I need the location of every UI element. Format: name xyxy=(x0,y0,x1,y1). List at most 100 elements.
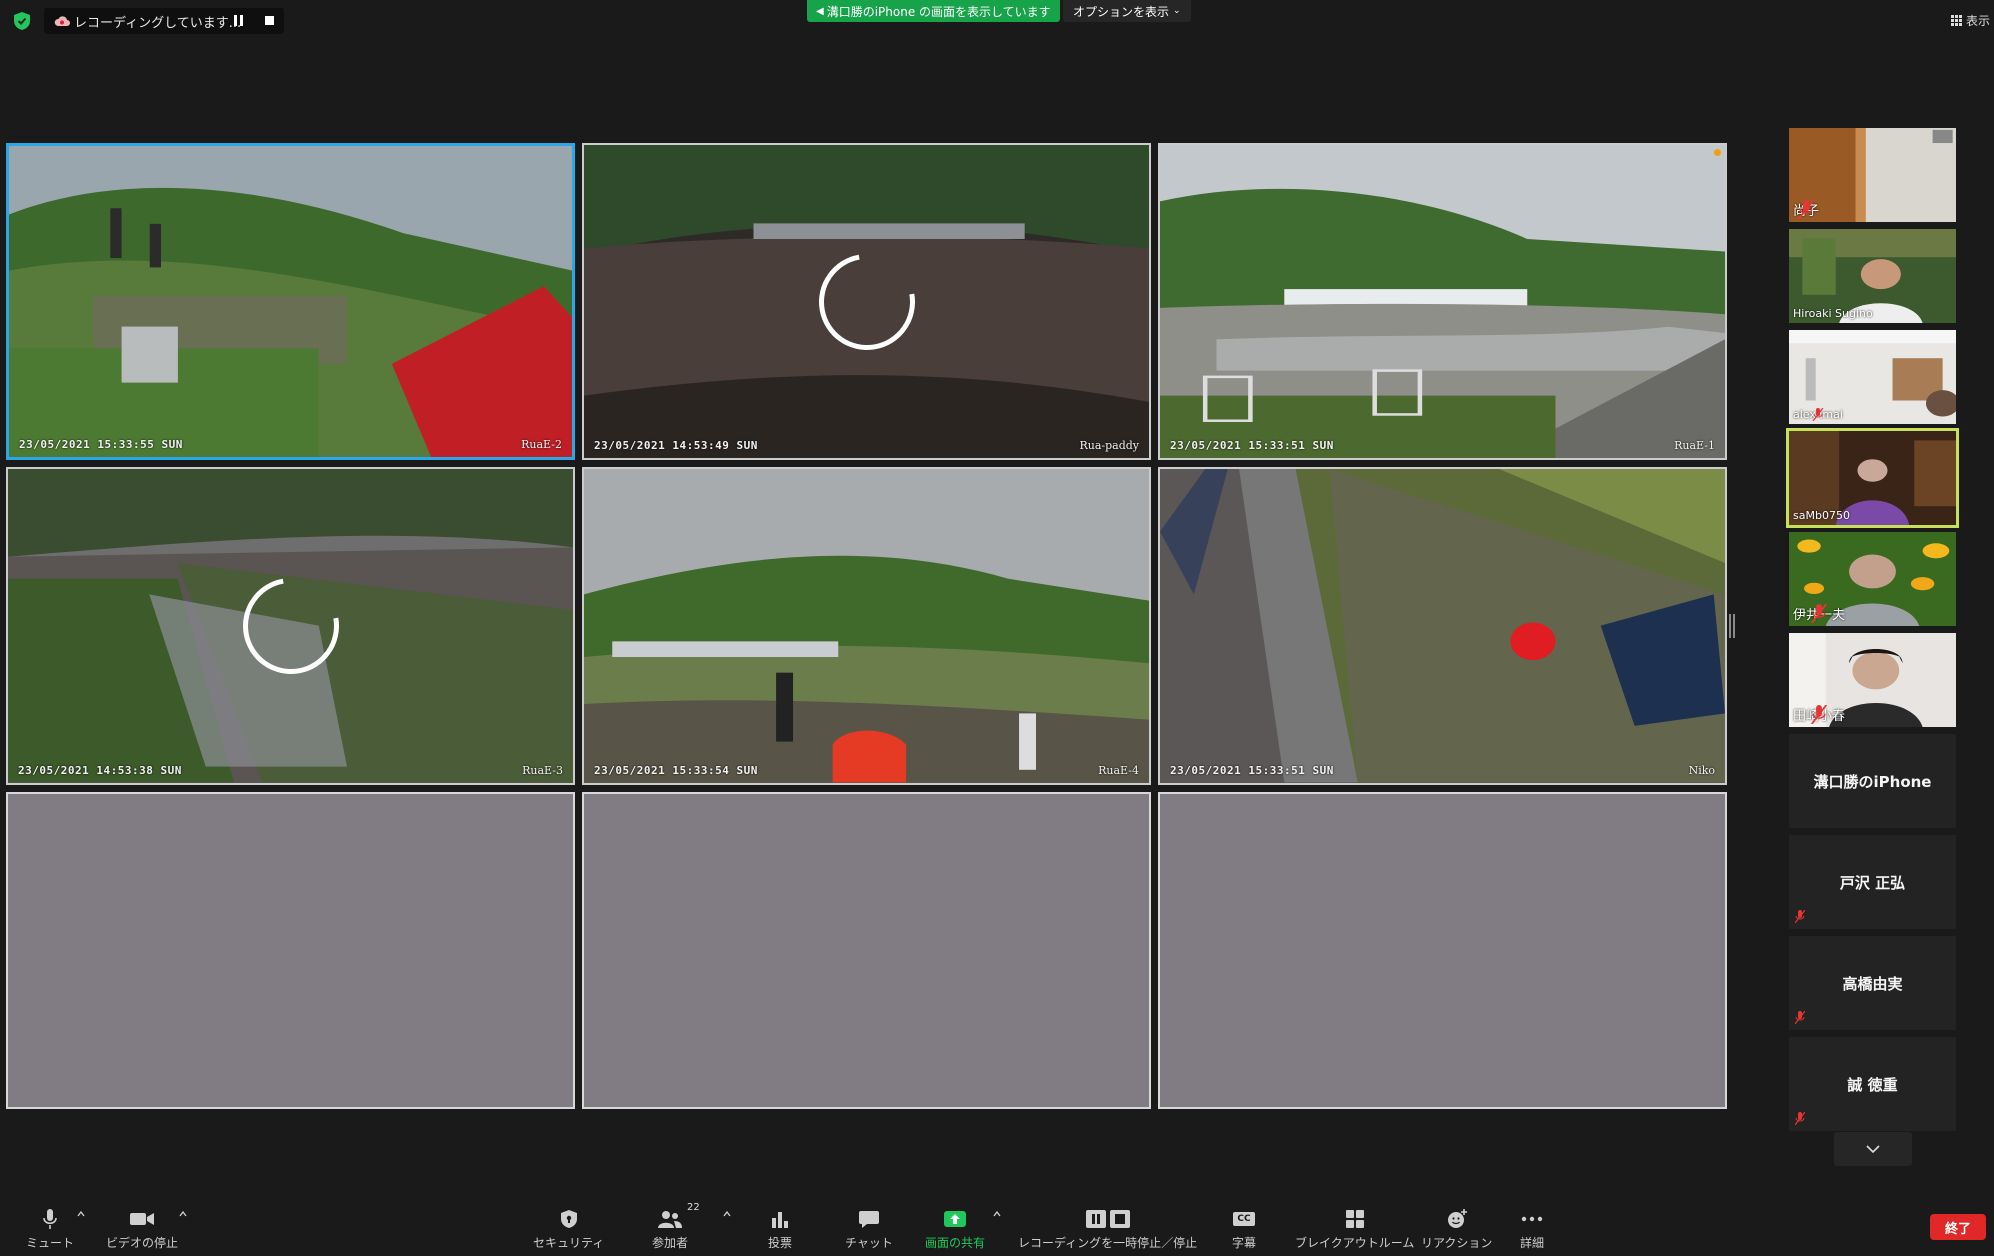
video-timestamp: 23/05/2021 14:53:38 SUN xyxy=(18,763,182,777)
security-shield-icon xyxy=(560,1210,577,1228)
camera-feed-image xyxy=(1160,469,1725,783)
participant-name-card[interactable]: 誠 徳重 xyxy=(1789,1037,1956,1131)
recording-status-text: レコーディングしています... xyxy=(74,15,242,31)
participants-button[interactable]: 22 参加者 xyxy=(652,1202,700,1251)
chevron-down-icon: ⌄ xyxy=(1173,6,1181,16)
mic-muted-icon xyxy=(1811,705,1828,724)
mic-muted-icon xyxy=(1811,604,1828,623)
panel-resize-handle[interactable] xyxy=(1729,614,1731,638)
share-screen-label: 画面の共有 xyxy=(925,1236,986,1250)
participant-thumbnail[interactable]: 尚子 xyxy=(1789,128,1956,222)
reactions-button[interactable]: リアクション xyxy=(1421,1206,1492,1251)
pause-stop-recording-button[interactable]: レコーディングを一時停止／停止 xyxy=(1018,1206,1197,1251)
breakout-rooms-button[interactable]: ブレイクアウトルーム xyxy=(1295,1206,1414,1251)
video-camera-icon xyxy=(130,1213,154,1225)
share-options-caret-icon[interactable] xyxy=(993,1210,1001,1218)
participant-name-tag: 尚子 xyxy=(1793,200,1819,219)
camera-label: Niko xyxy=(1688,763,1715,777)
stop-recording-button[interactable] xyxy=(265,16,274,25)
view-layout-button[interactable]: 表示 xyxy=(1950,12,1990,29)
microphone-icon xyxy=(43,1209,57,1229)
status-dot xyxy=(1714,149,1721,156)
view-options-label: オプションを表示 xyxy=(1073,4,1170,19)
view-options-button[interactable]: オプションを表示 ⌄ xyxy=(1063,0,1191,22)
pause-recording-button[interactable] xyxy=(234,15,243,26)
video-timestamp: 23/05/2021 15:33:55 SUN xyxy=(19,438,183,452)
share-screen-icon xyxy=(944,1211,966,1227)
participant-thumbnail[interactable]: 田崎小春 xyxy=(1789,633,1956,727)
video-tile-2[interactable]: 23/05/2021 14:53:49 SUN Rua-paddy xyxy=(582,143,1151,461)
camera-label: RuaE-2 xyxy=(521,438,562,452)
speaker-icon: ◀ xyxy=(816,5,824,17)
participants-count: 22 xyxy=(687,1202,700,1213)
participant-name: saMb0750 xyxy=(1793,509,1850,522)
reaction-smiley-icon xyxy=(1447,1209,1467,1228)
video-tile-1[interactable]: 23/05/2021 15:33:55 SUN RuaE-2 xyxy=(6,143,575,461)
security-button[interactable]: セキュリティ xyxy=(533,1206,604,1251)
stop-video-button[interactable]: ビデオの停止 xyxy=(106,1206,178,1251)
participant-name-tag: Hiroaki Sugino xyxy=(1793,307,1873,320)
participants-label: 参加者 xyxy=(652,1236,689,1250)
participant-name-card[interactable]: 溝口勝のiPhone xyxy=(1789,734,1956,828)
video-timestamp: 23/05/2021 15:33:51 SUN xyxy=(1170,763,1334,777)
camera-label: RuaE-4 xyxy=(1098,763,1139,777)
participant-name-card[interactable]: 戸沢 正弘 xyxy=(1789,835,1956,929)
pause-stop-recording-label: レコーディングを一時停止／停止 xyxy=(1018,1236,1198,1250)
more-label: 詳細 xyxy=(1520,1236,1545,1250)
mic-muted-icon xyxy=(1798,200,1815,219)
camera-label: Rua-paddy xyxy=(1079,439,1139,453)
participant-thumbnail[interactable]: Hiroaki Sugino xyxy=(1789,229,1956,323)
video-tile-5[interactable]: 23/05/2021 15:33:54 SUN RuaE-4 xyxy=(582,467,1151,785)
view-layout-label: 表示 xyxy=(1965,14,1990,28)
participant-name-tag: saMb0750 xyxy=(1793,509,1850,522)
end-meeting-button[interactable]: 終了 xyxy=(1930,1214,1986,1240)
participant-name: Hiroaki Sugino xyxy=(1793,307,1873,320)
mic-muted-icon xyxy=(1795,1011,1805,1024)
mute-label: ミュート xyxy=(26,1236,75,1250)
participant-name: 溝口勝のiPhone xyxy=(1813,772,1932,791)
breakout-rooms-label: ブレイクアウトルーム xyxy=(1295,1236,1415,1250)
grid-view-icon xyxy=(1950,15,1962,26)
participants-icon xyxy=(658,1211,682,1228)
camera-feed-image xyxy=(584,469,1149,783)
video-timestamp: 23/05/2021 15:33:54 SUN xyxy=(594,763,758,777)
participant-thumbnail[interactable]: 伊井一夫 xyxy=(1789,532,1956,626)
participant-thumbnail[interactable]: alex imai xyxy=(1789,330,1956,424)
scroll-down-button[interactable] xyxy=(1834,1132,1912,1166)
participants-options-caret-icon[interactable] xyxy=(723,1210,731,1218)
chat-bubble-icon xyxy=(858,1211,879,1228)
video-grid: 23/05/2021 15:33:55 SUN RuaE-2 23/05/202… xyxy=(6,143,1727,1109)
participant-name: 高橋由実 xyxy=(1842,974,1903,993)
more-dots-icon xyxy=(1521,1216,1543,1222)
mic-muted-icon xyxy=(1812,408,1824,421)
participant-name-tag: 伊井一夫 xyxy=(1793,604,1845,623)
mute-options-caret-icon[interactable] xyxy=(77,1210,85,1218)
chat-button[interactable]: チャット xyxy=(845,1206,893,1251)
closed-captions-icon: CC xyxy=(1233,1212,1255,1226)
meeting-toolbar: ミュート ビデオの停止 セキュリティ 22 参加者 投票 チャット 画面の共有 … xyxy=(0,1196,1994,1256)
camera-feed-image xyxy=(1160,145,1725,459)
camera-label: RuaE-3 xyxy=(522,763,563,777)
breakout-rooms-icon xyxy=(1345,1210,1364,1228)
recording-indicator: レコーディングしています... xyxy=(44,8,284,34)
participant-name-card[interactable]: 高橋由実 xyxy=(1789,936,1956,1030)
video-tile-4[interactable]: 23/05/2021 14:53:38 SUN RuaE-3 xyxy=(6,467,575,785)
video-timestamp: 23/05/2021 14:53:49 SUN xyxy=(594,439,758,453)
video-tile-3[interactable]: 23/05/2021 15:33:51 SUN RuaE-1 xyxy=(1158,143,1727,461)
mic-muted-icon xyxy=(1795,1112,1805,1125)
participant-name: 戸沢 正弘 xyxy=(1839,873,1906,892)
captions-button[interactable]: CC 字幕 xyxy=(1232,1206,1256,1251)
participant-thumbnail-active-speaker[interactable]: saMb0750 xyxy=(1789,431,1956,525)
reactions-label: リアクション xyxy=(1421,1236,1493,1250)
poll-button[interactable]: 投票 xyxy=(768,1206,792,1251)
captions-label: 字幕 xyxy=(1232,1236,1257,1250)
camera-feed-image xyxy=(9,146,572,458)
video-tile-6[interactable]: 23/05/2021 15:33:51 SUN Niko xyxy=(1158,467,1727,785)
share-banner-text: 溝口勝のiPhone の画面を表示しています xyxy=(826,4,1051,19)
security-label: セキュリティ xyxy=(533,1236,605,1250)
mute-button[interactable]: ミュート xyxy=(26,1206,74,1251)
more-button[interactable]: 詳細 xyxy=(1520,1206,1544,1251)
share-screen-button[interactable]: 画面の共有 xyxy=(925,1206,985,1251)
camera-label: RuaE-1 xyxy=(1674,439,1715,453)
video-options-caret-icon[interactable] xyxy=(179,1210,187,1218)
